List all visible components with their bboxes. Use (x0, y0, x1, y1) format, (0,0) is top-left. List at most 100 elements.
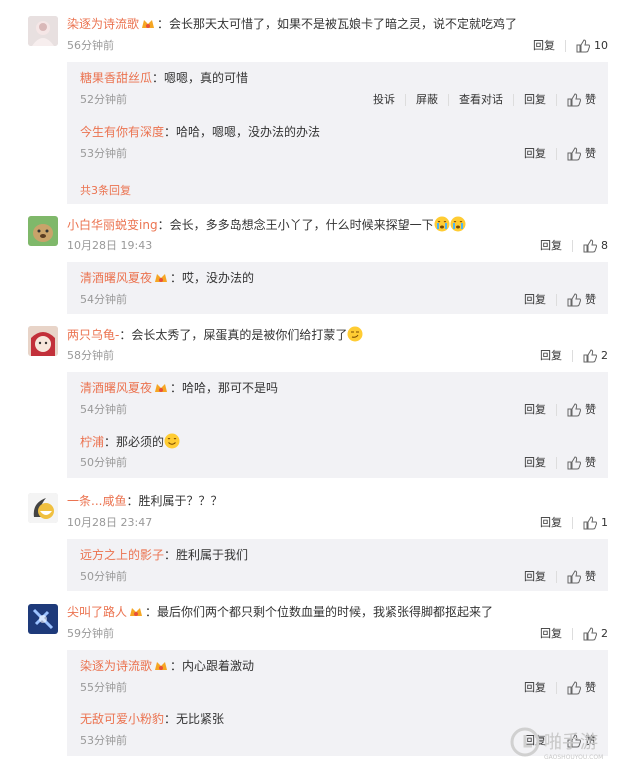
smirk-emoji-icon (347, 326, 363, 342)
thumbs-up-icon (583, 516, 597, 530)
like-button[interactable]: 8 (583, 238, 608, 254)
like-button[interactable]: 赞 (567, 292, 596, 308)
username-link[interactable]: 今生有你有深度 (80, 125, 164, 139)
reply-button[interactable]: 回复 (524, 292, 546, 308)
avatar[interactable] (28, 216, 58, 246)
reply-box: 远方之上的影子：胜利属于我们 50分钟前 回复 赞 (67, 539, 608, 591)
like-button[interactable]: 赞 (567, 402, 596, 418)
like-label: 赞 (585, 93, 596, 106)
reply-time: 54分钟前 (80, 403, 127, 416)
crying-emoji-icon (450, 216, 466, 232)
reply-text: ：那必须的 (104, 435, 165, 449)
reply-button[interactable]: 回复 (524, 680, 546, 696)
like-button[interactable]: 赞 (567, 146, 596, 162)
reply-time: 52分钟前 (80, 93, 127, 106)
like-label: 赞 (585, 293, 596, 306)
reply-time: 55分钟前 (80, 681, 127, 694)
divider (405, 94, 406, 106)
reply-time: 50分钟前 (80, 456, 127, 469)
reply-box: 糖果香甜丝瓜：嗯嗯，真的可惜 52分钟前 投诉 屏蔽 查看对话 回复 赞 今生有… (67, 62, 608, 204)
username-link[interactable]: 两只乌龟- (67, 328, 119, 342)
like-label: 赞 (585, 403, 596, 416)
reply-button[interactable]: 回复 (540, 626, 562, 642)
reply-button[interactable]: 回复 (524, 402, 546, 418)
comment-time: 58分钟前 (67, 349, 114, 362)
thumbs-up-icon (567, 456, 581, 470)
thumbs-up-icon (567, 403, 581, 417)
smile-emoji-icon (164, 433, 180, 449)
username-link[interactable]: 柠浦 (80, 435, 104, 449)
like-button[interactable]: 赞 (567, 569, 596, 585)
divider (565, 40, 566, 52)
comment-text: ：会长那天太可惜了，如果不是被瓦娘卡了暗之灵，说不定就吃鸡了 (157, 17, 518, 31)
reply-text: ：内心跟着激动 (170, 659, 255, 673)
divider (556, 457, 557, 469)
reply-button[interactable]: 回复 (524, 146, 546, 162)
thumbs-up-icon (567, 93, 581, 107)
divider (556, 682, 557, 694)
reply-button[interactable]: 回复 (524, 569, 546, 585)
reply-button[interactable]: 回复 (524, 455, 546, 471)
reply-button[interactable]: 回复 (540, 348, 562, 364)
thumbs-up-icon (567, 147, 581, 161)
like-button[interactable]: 2 (583, 626, 608, 642)
watermark-subtext: GAOSHOUYOU.COM (544, 754, 603, 761)
divider (556, 404, 557, 416)
divider (556, 148, 557, 160)
reply-button[interactable]: 回复 (533, 38, 555, 54)
block-button[interactable]: 屏蔽 (416, 92, 438, 108)
avatar[interactable] (28, 326, 58, 356)
view-conversation-button[interactable]: 查看对话 (459, 92, 503, 108)
username-link[interactable]: 染逐为诗流歌 (67, 17, 139, 31)
username-link[interactable]: 糖果香甜丝瓜 (80, 71, 152, 85)
more-replies-link[interactable]: 共3条回复 (80, 182, 131, 198)
username-link[interactable]: 无敌可爱小粉豹 (80, 712, 164, 726)
like-button[interactable]: 1 (583, 515, 608, 531)
watermark-text: 啪手游 (544, 732, 598, 753)
username-link[interactable]: 小白华丽蜕变ing (67, 218, 158, 232)
reply-button[interactable]: 回复 (524, 92, 546, 108)
username-link[interactable]: 一条...咸鱼 (67, 494, 126, 508)
divider (572, 240, 573, 252)
like-count: 2 (601, 627, 608, 640)
comment-time: 56分钟前 (67, 39, 114, 52)
comment-time: 10月28日 23:47 (67, 516, 153, 529)
avatar[interactable] (28, 493, 58, 523)
like-button[interactable]: 赞 (567, 455, 596, 471)
vip-badge-icon (142, 20, 155, 28)
divider (556, 571, 557, 583)
comment-text: ：胜利属于？？？ (126, 494, 223, 508)
like-button[interactable]: 2 (583, 348, 608, 364)
reply-text: ：哈哈，嗯嗯，没办法的办法 (164, 125, 321, 139)
like-count: 2 (601, 349, 608, 362)
username-link[interactable]: 清酒曙风夏夜 (80, 381, 152, 395)
comment-text: ：会长太秀了，屎蛋真的是被你们给打蒙了 (119, 328, 348, 342)
comment-text: ：最后你们两个都只剩个位数血量的时候，我紧张得脚都抠起来了 (145, 605, 494, 619)
reply-button[interactable]: 回复 (540, 515, 562, 531)
avatar[interactable] (28, 16, 58, 46)
divider (513, 94, 514, 106)
vip-badge-icon (155, 662, 168, 670)
thumbs-up-icon (567, 681, 581, 695)
report-button[interactable]: 投诉 (373, 92, 395, 108)
thumbs-up-icon (583, 627, 597, 641)
comment-text: ：会长，多多岛想念王小丫了，什么时候来探望一下 (157, 218, 434, 232)
thumbs-up-icon (567, 293, 581, 307)
reply-box: 清酒曙风夏夜 ：哎，没办法的 54分钟前 回复 赞 (67, 262, 608, 314)
divider (556, 294, 557, 306)
reply-text: ：嗯嗯，真的可惜 (152, 71, 249, 85)
reply-text: ：胜利属于我们 (164, 548, 249, 562)
divider (572, 350, 573, 362)
comment-line: 染逐为诗流歌 ：会长那天太可惜了，如果不是被瓦娘卡了暗之灵，说不定就吃鸡了 (67, 16, 608, 32)
avatar[interactable] (28, 604, 58, 634)
username-link[interactable]: 尖叫了路人 (67, 605, 127, 619)
thumbs-up-icon (583, 349, 597, 363)
like-button[interactable]: 赞 (567, 680, 596, 696)
like-button[interactable]: 10 (576, 38, 608, 54)
username-link[interactable]: 染逐为诗流歌 (80, 659, 152, 673)
username-link[interactable]: 清酒曙风夏夜 (80, 271, 152, 285)
reply-button[interactable]: 回复 (540, 238, 562, 254)
like-label: 赞 (585, 147, 596, 160)
username-link[interactable]: 远方之上的影子 (80, 548, 164, 562)
like-button[interactable]: 赞 (567, 92, 596, 108)
